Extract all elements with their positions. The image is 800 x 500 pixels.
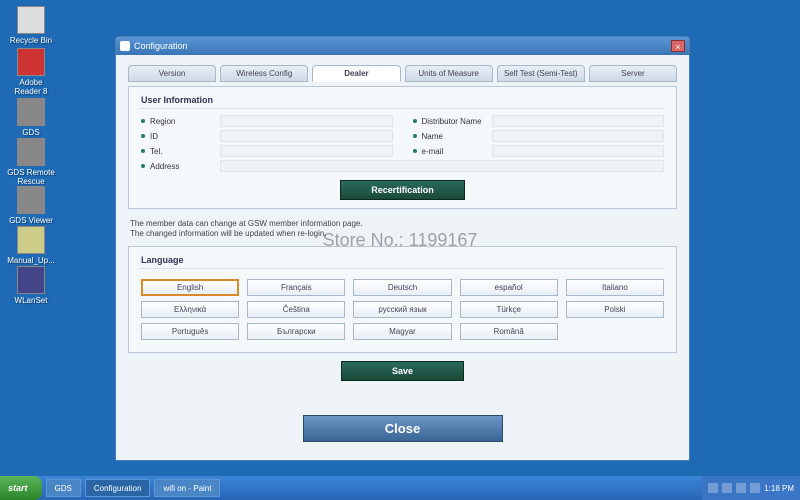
field-label: Name <box>422 132 492 141</box>
tray-icon[interactable] <box>722 483 732 493</box>
panel-title: User Information <box>141 95 664 109</box>
app-icon <box>17 98 45 126</box>
desktop-icon-label[interactable]: Adobe Reader 8 <box>6 78 56 96</box>
language-option[interactable]: Magyar <box>353 323 451 340</box>
name-field[interactable] <box>492 130 665 142</box>
language-option[interactable]: Čeština <box>247 301 345 318</box>
desktop-icon-label[interactable]: GDS Viewer <box>6 216 56 225</box>
language-option[interactable]: Română <box>460 323 558 340</box>
taskbar-item[interactable]: Configuration <box>85 479 151 497</box>
language-option[interactable]: Ελληνικά <box>141 301 239 318</box>
clock[interactable]: 1:18 PM <box>764 484 794 493</box>
address-field[interactable] <box>220 160 664 172</box>
tray-icon[interactable] <box>736 483 746 493</box>
app-icon <box>17 226 45 254</box>
id-field[interactable] <box>220 130 393 142</box>
desktop-icon-label[interactable]: GDS Remote Rescue <box>6 168 56 186</box>
desktop-icon-label[interactable]: GDS <box>6 128 56 137</box>
panel-title: Language <box>141 255 664 269</box>
tab-dealer[interactable]: Dealer <box>312 65 400 82</box>
user-info-panel: User Information Region Distributor Name… <box>128 86 677 209</box>
field-label: Tel. <box>150 147 220 156</box>
save-button[interactable]: Save <box>341 361 464 381</box>
tray-icon[interactable] <box>750 483 760 493</box>
field-label: Distributor Name <box>422 117 492 126</box>
window-icon <box>120 41 130 51</box>
language-option[interactable]: Türkçe <box>460 301 558 318</box>
tab-self-test-semi-test-[interactable]: Self Test (Semi-Test) <box>497 65 585 82</box>
close-icon[interactable]: × <box>671 40 685 52</box>
email-field[interactable] <box>492 145 665 157</box>
window-title: Configuration <box>134 41 188 51</box>
desktop-icon-label[interactable]: Manual_Up... <box>6 256 56 265</box>
app-icon <box>17 266 45 294</box>
language-panel: Language English Français Deutsch español It… <box>128 246 677 353</box>
tab-wireless-config[interactable]: Wireless Config <box>220 65 308 82</box>
tray-icon[interactable] <box>708 483 718 493</box>
field-label: ID <box>150 132 220 141</box>
language-option[interactable]: Italiano <box>566 279 664 296</box>
recertification-button[interactable]: Recertification <box>340 180 465 200</box>
pdf-icon <box>17 48 45 76</box>
desktop-icon-label[interactable]: Recycle Bin <box>6 36 56 45</box>
language-option[interactable]: Português <box>141 323 239 340</box>
language-option[interactable]: español <box>460 279 558 296</box>
titlebar[interactable]: Configuration × <box>116 37 689 55</box>
config-window: Configuration × VersionWireless ConfigDe… <box>115 36 690 461</box>
taskbar-item[interactable]: GDS <box>46 479 81 497</box>
taskbar-item[interactable]: wifi on - Paint <box>154 479 220 497</box>
taskbar: start GDSConfigurationwifi on - Paint 1:… <box>0 476 800 500</box>
field-label: Address <box>150 162 220 171</box>
tab-server[interactable]: Server <box>589 65 677 82</box>
language-option[interactable]: Polski <box>566 301 664 318</box>
language-option[interactable]: Български <box>247 323 345 340</box>
recycle-bin-icon <box>17 6 45 34</box>
app-icon <box>17 138 45 166</box>
close-button[interactable]: Close <box>303 415 503 442</box>
language-option[interactable]: Français <box>247 279 345 296</box>
field-label: e-mail <box>422 147 492 156</box>
language-option[interactable]: English <box>141 279 239 296</box>
region-field[interactable] <box>220 115 393 127</box>
tab-units-of-measure[interactable]: Units of Measure <box>405 65 493 82</box>
tel-field[interactable] <box>220 145 393 157</box>
tab-version[interactable]: Version <box>128 65 216 82</box>
language-option[interactable]: Deutsch <box>353 279 451 296</box>
system-tray[interactable]: 1:18 PM <box>702 476 800 500</box>
app-icon <box>17 186 45 214</box>
start-button[interactable]: start <box>0 476 42 500</box>
info-note: The member data can change at GSW member… <box>128 215 677 246</box>
desktop-icon-label[interactable]: WLanSet <box>6 296 56 305</box>
field-label: Region <box>150 117 220 126</box>
language-option[interactable]: русский язык <box>353 301 451 318</box>
distributor-field[interactable] <box>492 115 665 127</box>
